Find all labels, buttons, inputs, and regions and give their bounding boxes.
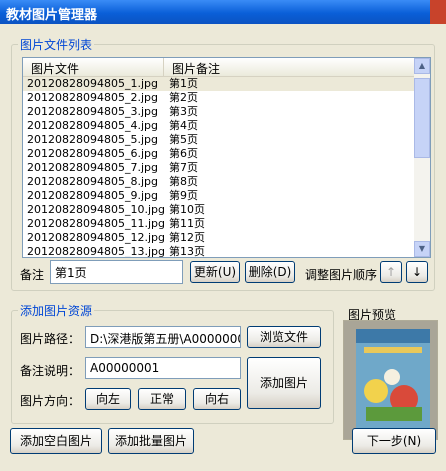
list-rows: 20120828094805_1.jpg 第1页 20120828094805_2… [23, 77, 414, 257]
list-row[interactable]: 20120828094805_13.jpg 第13页 [23, 245, 414, 257]
list-row[interactable]: 20120828094805_8.jpg 第8页 [23, 175, 414, 189]
move-up-icon[interactable]: ↑ [380, 261, 402, 283]
list-header: 图片文件 图片备注 [23, 58, 414, 77]
list-row[interactable]: 20120828094805_2.jpg 第2页 [23, 91, 414, 105]
add-batch-images-button[interactable]: 添加批量图片 [108, 428, 194, 454]
list-row[interactable]: 20120828094805_6.jpg 第6页 [23, 147, 414, 161]
image-preview [343, 320, 438, 440]
rotate-normal-button[interactable]: 正常 [138, 388, 186, 410]
add-image-legend: 添加图片资源 [20, 304, 93, 318]
rotate-left-button[interactable]: 向左 [85, 388, 131, 410]
column-header-file[interactable]: 图片文件 [23, 58, 164, 76]
add-blank-image-button[interactable]: 添加空白图片 [10, 428, 102, 454]
list-row[interactable]: 20120828094805_4.jpg 第4页 [23, 119, 414, 133]
list-row[interactable]: 20120828094805_10.jpg 第10页 [23, 203, 414, 217]
list-row[interactable]: 20120828094805_12.jpg 第12页 [23, 231, 414, 245]
note-desc-input[interactable]: A00000001 [85, 357, 241, 379]
update-button[interactable]: 更新(U) [190, 261, 240, 283]
order-label: 调整图片顺序 [305, 268, 378, 282]
add-image-button[interactable]: 添加图片 [247, 357, 321, 409]
scroll-down-icon[interactable]: ▼ [414, 241, 430, 257]
note-desc-label: 备注说明： [20, 364, 81, 378]
path-input[interactable]: D:\深港版第五册\A00000001. [85, 326, 241, 348]
image-listview[interactable]: 图片文件 图片备注 20120828094805_1.jpg 第1页 201208… [22, 57, 431, 258]
list-row[interactable]: 20120828094805_5.jpg 第5页 [23, 133, 414, 147]
note-input[interactable]: 第1页 [50, 260, 183, 284]
window-title: 教材图片管理器 [6, 8, 98, 23]
close-icon[interactable] [430, 0, 446, 24]
list-row[interactable]: 20120828094805_11.jpg 第11页 [23, 217, 414, 231]
column-header-note[interactable]: 图片备注 [164, 58, 414, 76]
next-button[interactable]: 下一步(N) [352, 428, 436, 454]
scroll-thumb[interactable] [414, 78, 430, 158]
delete-button[interactable]: 删除(D) [245, 261, 295, 283]
path-label: 图片路径： [20, 332, 81, 346]
list-scrollbar[interactable]: ▲ ▼ [414, 58, 430, 257]
list-row[interactable]: 20120828094805_3.jpg 第3页 [23, 105, 414, 119]
book-cover-image [344, 321, 437, 439]
note-label: 备注 [20, 268, 45, 282]
rotate-right-button[interactable]: 向右 [193, 388, 241, 410]
scroll-up-icon[interactable]: ▲ [414, 58, 430, 74]
title-bar[interactable]: 教材图片管理器 [0, 0, 446, 24]
list-row[interactable]: 20120828094805_7.jpg 第7页 [23, 161, 414, 175]
move-down-icon[interactable]: ↓ [406, 261, 428, 283]
list-row[interactable]: 20120828094805_9.jpg 第9页 [23, 189, 414, 203]
list-row[interactable]: 20120828094805_1.jpg 第1页 [23, 77, 414, 91]
browse-button[interactable]: 浏览文件 [247, 326, 321, 348]
direction-label: 图片方向： [20, 394, 81, 408]
image-list-legend: 图片文件列表 [20, 38, 93, 52]
